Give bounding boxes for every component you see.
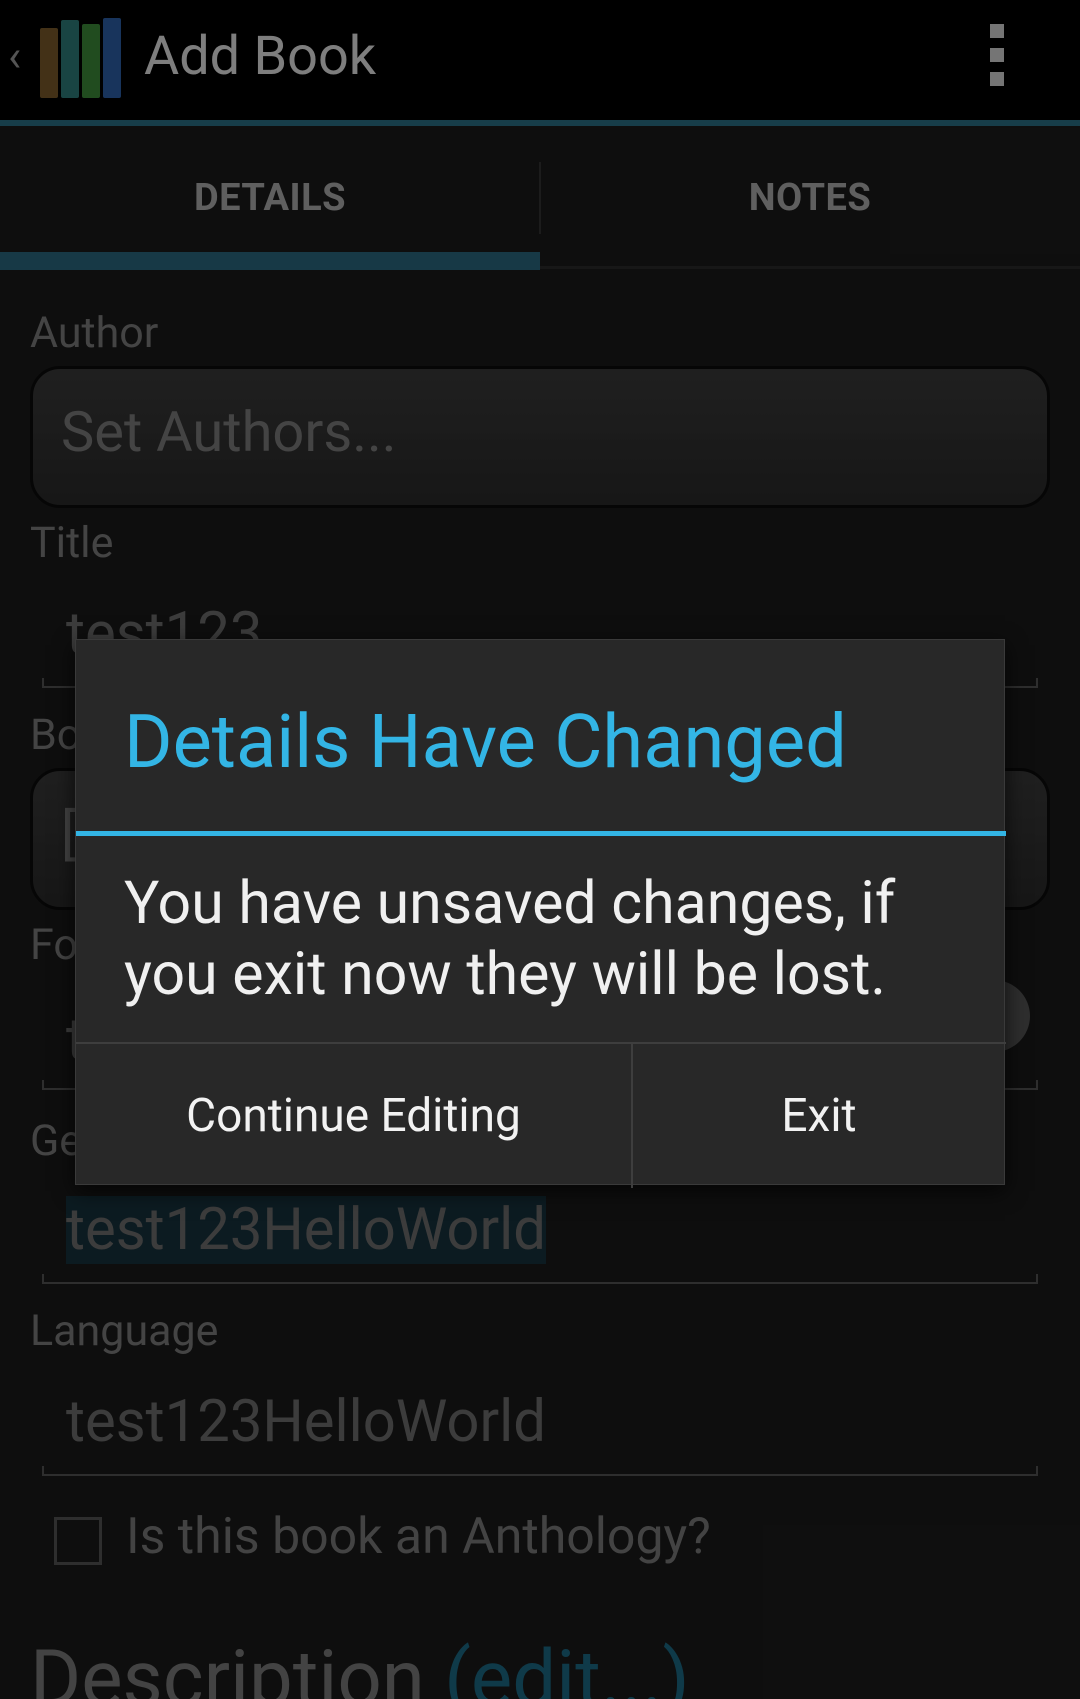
dialog-message: You have unsaved changes, if you exit no… (124, 869, 896, 1009)
exit-button[interactable]: Exit (632, 1044, 1006, 1188)
continue-editing-button[interactable]: Continue Editing (76, 1044, 631, 1188)
dialog-title: Details Have Changed (124, 699, 847, 786)
add-book-screen: ‹ Add Book DETAILS NOTES Author Set Auth… (0, 0, 1080, 1699)
dialog-title-divider (76, 831, 1006, 836)
dialog-button-bar: Continue Editing Exit (76, 1042, 1006, 1188)
unsaved-changes-dialog: Details Have Changed You have unsaved ch… (75, 639, 1006, 1188)
